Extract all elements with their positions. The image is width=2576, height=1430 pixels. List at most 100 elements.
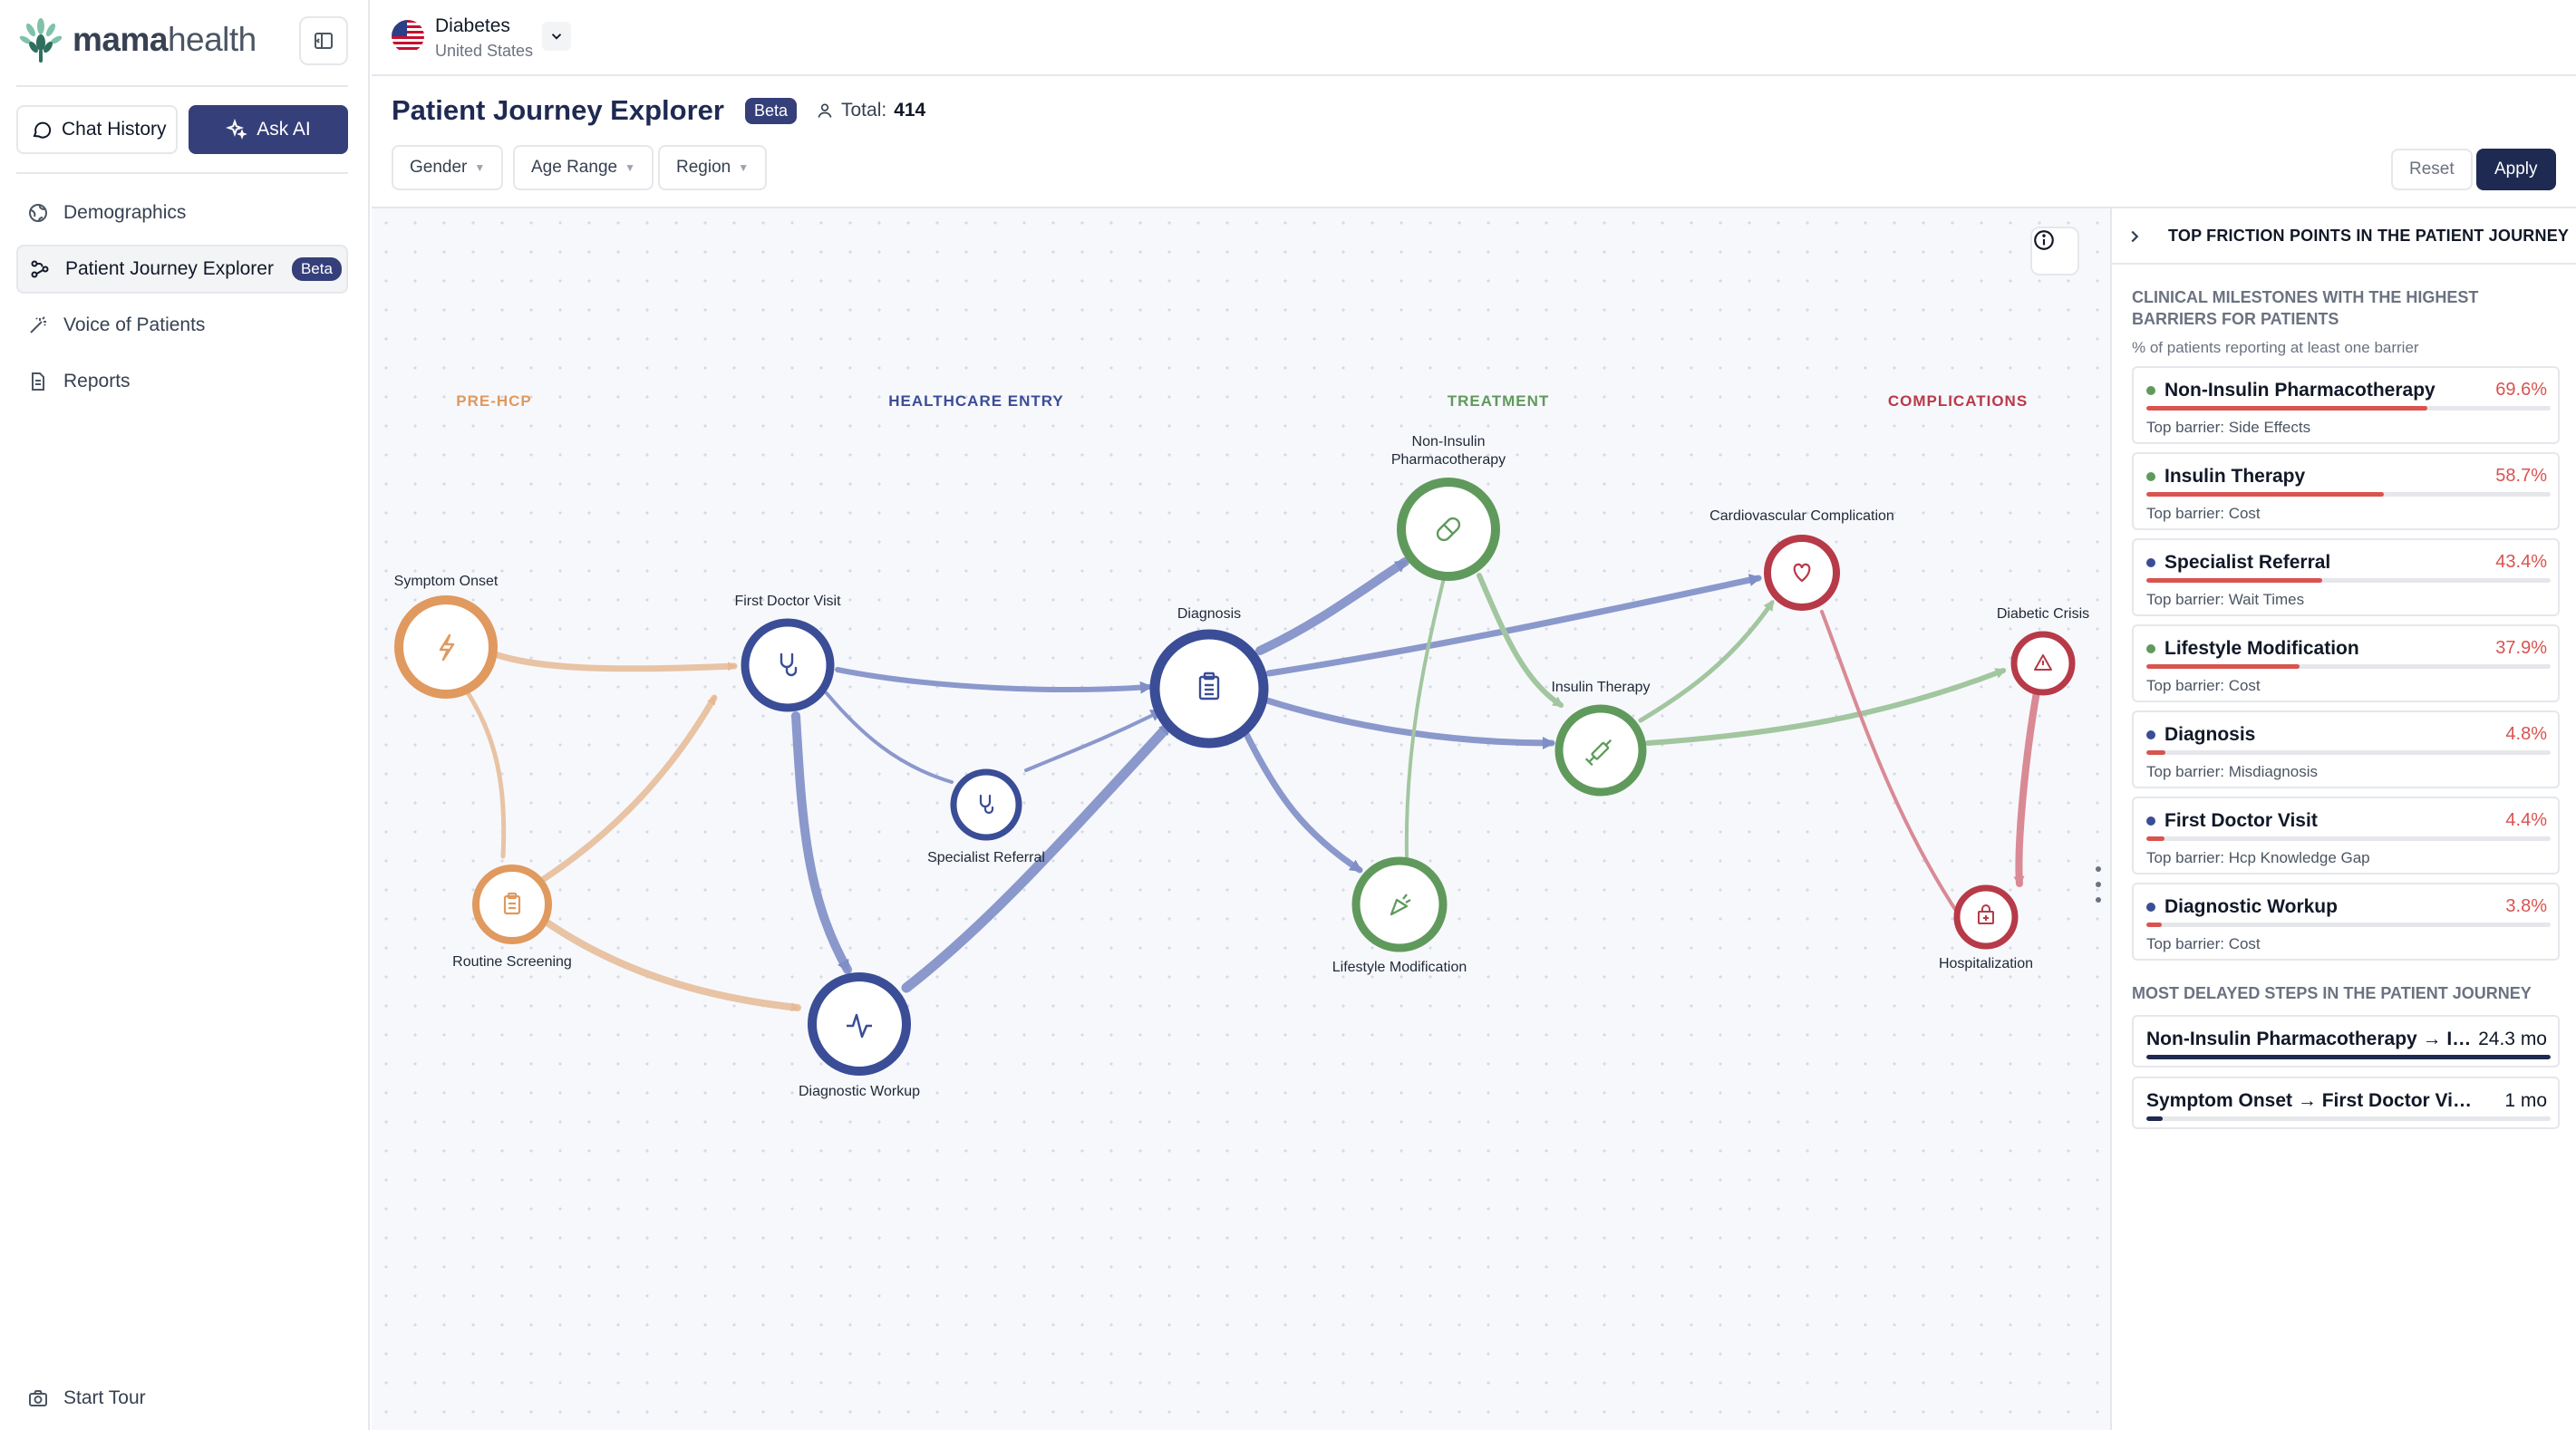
total-label: Total: (841, 100, 887, 121)
edge-diagnosis-noninsulin[interactable] (1255, 557, 1409, 655)
edge-screening-workup[interactable] (542, 918, 801, 1012)
sidebar-item-patient-journey-explorer[interactable]: Patient Journey Explorer Beta (16, 245, 348, 294)
edge-diagnosis-cardio[interactable] (1265, 574, 1762, 677)
node-specialist-referral[interactable]: Specialist Referral (927, 768, 1045, 865)
node-symptom-onset[interactable]: Symptom Onset (394, 574, 499, 699)
sidebar-item-reports[interactable]: Reports (16, 357, 348, 406)
panel-resize-handle[interactable] (2094, 866, 2103, 903)
node-insulin-therapy[interactable]: Insulin Therapy (1551, 680, 1651, 797)
edge-diagnosis-lifestyle[interactable] (1243, 730, 1363, 874)
friction-point-percent: 3.8% (2505, 896, 2547, 916)
friction-point-card[interactable]: Specialist Referral 43.4% Top barrier: Wai… (2132, 538, 2560, 616)
edge-firstdoc-workup[interactable] (791, 711, 852, 974)
friction-points-panel: TOP FRICTION POINTS IN THE PATIENT JOURN… (2110, 208, 2576, 1430)
sidebar-item-voice-of-patients[interactable]: Voice of Patients (16, 301, 348, 350)
barrier-bar-fill (2146, 836, 2164, 841)
node-diabetic-crisis[interactable]: Diabetic Crisis (1997, 606, 2089, 696)
condition-selector-button[interactable] (542, 22, 571, 51)
friction-point-card[interactable]: First Doctor Visit 4.4% Top barrier: Hcp K… (2132, 797, 2560, 874)
edge-insulin-cardio[interactable] (1638, 599, 1775, 723)
node-routine-screening[interactable]: Routine Screening (452, 865, 572, 970)
barrier-bar-track (2146, 664, 2551, 669)
logo-mark-icon (19, 18, 63, 63)
condition-country: United States (435, 42, 534, 60)
journey-icon (31, 260, 49, 278)
total-value: 414 (894, 100, 926, 121)
chevron-right-icon[interactable] (2125, 227, 2145, 246)
chat-history-label: Chat History (62, 119, 167, 140)
ask-ai-button[interactable]: Ask AI (189, 105, 348, 154)
delayed-step-value: 1 mo (2504, 1090, 2547, 1111)
panel-title: TOP FRICTION POINTS IN THE PATIENT JOURN… (2168, 227, 2570, 245)
top-barrier: Top barrier: Cost (2146, 935, 2261, 952)
edge-firstdoc-specialist[interactable] (825, 691, 954, 784)
age-range-filter[interactable]: Age Range ▼ (513, 145, 654, 190)
apply-button[interactable]: Apply (2476, 149, 2556, 190)
delay-bar-fill (2146, 1116, 2164, 1121)
reset-button[interactable]: Reset (2391, 149, 2473, 190)
phase-label-pre-hcp: PRE-HCP (456, 392, 532, 410)
sidebar-item-label: Demographics (63, 202, 187, 223)
friction-point-name: Lifestyle Modification (2164, 638, 2359, 659)
journey-graph-canvas: PRE-HCP HEALTHCARE ENTRY TREATMENT COMPL… (394, 392, 2089, 1099)
delayed-step-name: Symptom Onset → First Doctor Visit (2146, 1090, 2473, 1111)
edge-cardio-hosp[interactable] (1820, 610, 1974, 937)
phase-dot (2146, 730, 2155, 739)
delayed-steps-title: MOST DELAYED STEPS IN THE PATIENT JOURNE… (2132, 984, 2532, 1002)
edge-symptom-screening[interactable] (460, 681, 507, 859)
top-barrier: Top barrier: Misdiagnosis (2146, 763, 2318, 780)
document-icon (32, 372, 44, 391)
sidebar-item-demographics[interactable]: Demographics (16, 188, 348, 237)
barrier-bar-fill (2146, 578, 2322, 583)
total-count: Total: 414 (816, 100, 925, 121)
friction-point-name: Specialist Referral (2164, 552, 2331, 573)
filter-label: Region (676, 158, 731, 177)
patient-journey-graph[interactable]: PRE-HCP HEALTHCARE ENTRY TREATMENT COMPL… (372, 208, 2110, 1430)
node-non-insulin-pharmacotherapy[interactable]: Non-Insulin Pharmacotherapy (1391, 434, 1506, 581)
start-tour-label: Start Tour (63, 1387, 146, 1408)
collapse-sidebar-button[interactable] (299, 16, 348, 65)
friction-point-percent: 4.8% (2505, 724, 2547, 744)
sparkles-icon (226, 119, 248, 140)
brand-logo[interactable]: mamahealth (16, 14, 257, 65)
friction-point-card[interactable]: Diagnosis 4.8% Top barrier: Misdiagnosis (2132, 710, 2560, 788)
chat-bubble-icon (33, 121, 52, 139)
node-lifestyle-modification[interactable]: Lifestyle Modification (1332, 856, 1467, 975)
edge-firstdoc-diagnosis[interactable] (835, 667, 1153, 694)
node-hospitalization[interactable]: Hospitalization (1939, 884, 2033, 971)
node-label: Non-Insulin Pharmacotherapy (1391, 434, 1506, 468)
node-first-doctor-visit[interactable]: First Doctor Visit (734, 594, 841, 712)
node-label: Lifestyle Modification (1332, 960, 1467, 975)
edge-crisis-hosp[interactable] (2013, 683, 2041, 887)
barrier-bar-track (2146, 492, 2551, 497)
info-button[interactable] (2030, 227, 2079, 275)
divider (16, 85, 348, 87)
edge-screening-firstdoc[interactable] (540, 694, 718, 883)
delayed-step-card[interactable]: Non-Insulin Pharmacotherapy → In... 24.3 … (2132, 1015, 2560, 1068)
node-cardiovascular-complication[interactable]: Cardiovascular Complication (1709, 508, 1894, 611)
node-label: Cardiovascular Complication (1709, 508, 1894, 524)
friction-point-percent: 37.9% (2495, 638, 2547, 658)
friction-point-card[interactable]: Non-Insulin Pharmacotherapy 69.6% Top barr… (2132, 366, 2560, 444)
delayed-step-name: Non-Insulin Pharmacotherapy → In... (2146, 1029, 2473, 1049)
friction-point-card[interactable]: Diagnostic Workup 3.8% Top barrier: Cost (2132, 883, 2560, 961)
friction-point-card[interactable]: Lifestyle Modification 37.9% Top barrier: … (2132, 624, 2560, 702)
edge-symptom-firstdoc[interactable] (491, 651, 738, 672)
node-label: Hospitalization (1939, 956, 2033, 971)
friction-point-card[interactable]: Insulin Therapy 58.7% Top barrier: Cost (2132, 452, 2560, 530)
phase-dot (2146, 903, 2155, 912)
region-filter[interactable]: Region ▼ (658, 145, 768, 190)
phase-dot (2146, 472, 2155, 481)
gender-filter[interactable]: Gender ▼ (392, 145, 504, 190)
edge-noninsulin-lifestyle[interactable] (1404, 569, 1448, 858)
chat-history-button[interactable]: Chat History (16, 105, 178, 154)
condition-name[interactable]: Diabetes (435, 15, 510, 37)
node-diagnostic-workup[interactable]: Diagnostic Workup (799, 972, 920, 1099)
start-tour-button[interactable]: Start Tour (16, 1374, 146, 1423)
node-diagnosis[interactable]: Diagnosis (1149, 606, 1269, 749)
edge-diagnosis-insulin[interactable] (1264, 697, 1555, 749)
edge-noninsulin-insulin[interactable] (1477, 573, 1564, 708)
user-icon (818, 103, 832, 118)
panel-header[interactable]: TOP FRICTION POINTS IN THE PATIENT JOURN… (2112, 208, 2576, 265)
delayed-step-card[interactable]: Symptom Onset → First Doctor Visit 1 mo (2132, 1077, 2560, 1129)
